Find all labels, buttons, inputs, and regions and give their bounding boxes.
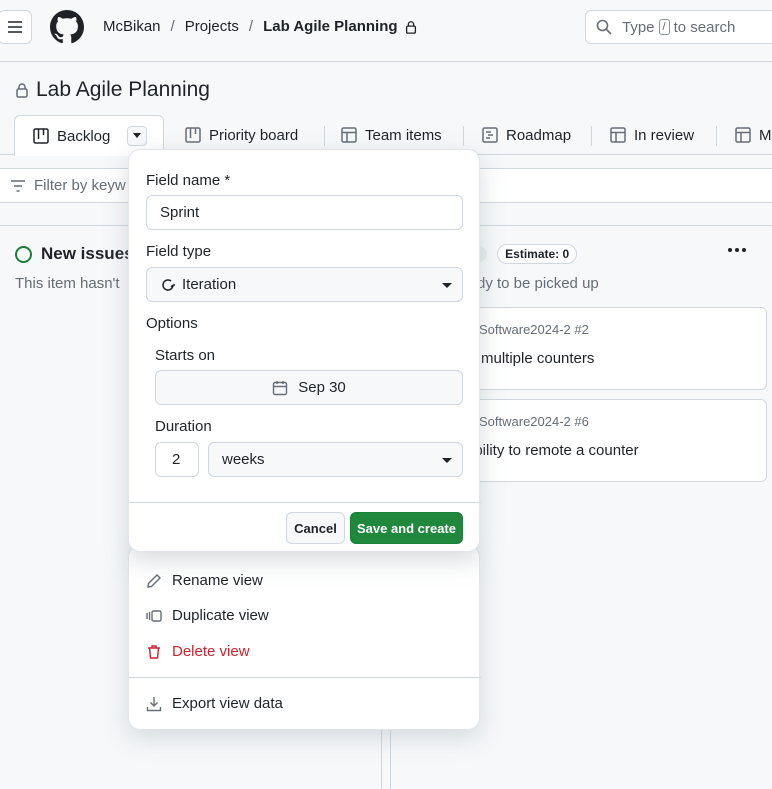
duplicate-icon (146, 609, 162, 622)
pencil-icon (147, 573, 161, 588)
tab-roadmap[interactable]: Roadmap (482, 115, 571, 155)
tab-label: M (759, 126, 772, 144)
start-date-value: Sep 30 (298, 379, 346, 396)
column-description: This item hasn't (15, 275, 120, 292)
menu-item-label: Delete view (172, 643, 250, 660)
column-title: New issues (41, 244, 134, 263)
field-name-label: Field name * (146, 172, 231, 189)
tab-label: Roadmap (506, 126, 572, 144)
tab-divider (716, 126, 717, 146)
github-logo-icon[interactable] (50, 10, 84, 44)
start-date-picker[interactable]: Sep 30 (155, 370, 463, 405)
field-type-value: Iteration (182, 276, 237, 293)
save-and-create-button[interactable]: Save and create (350, 512, 463, 544)
lock-icon (16, 83, 28, 98)
project-title: Lab Agile Planning (36, 78, 210, 101)
duration-unit-select[interactable]: weeks (208, 442, 463, 477)
tab-divider (591, 126, 592, 146)
card-title[interactable]: w multiple counters (466, 350, 594, 367)
search-input[interactable]: Type / to search (585, 10, 772, 44)
chevron-down-icon (442, 458, 452, 463)
view-options-menu: Rename view Duplicate view Delete view E… (128, 545, 481, 730)
column-description: dy to be picked up (477, 275, 599, 292)
tab-more[interactable]: M (735, 115, 772, 155)
search-prefix: Type (622, 18, 655, 36)
chevron-down-icon (442, 283, 452, 288)
search-icon (596, 19, 612, 35)
breadcrumb: McBikan / Projects / Lab Agile Planning (103, 18, 418, 35)
card-title[interactable]: ability to remote a counter (466, 442, 639, 459)
hamburger-icon (8, 21, 22, 33)
lock-icon (405, 20, 416, 34)
top-bar: McBikan / Projects / Lab Agile Planning … (0, 0, 772, 62)
field-type-select[interactable]: Iteration (146, 267, 463, 302)
filter-icon (11, 179, 25, 192)
card-repo: lloSoftware2024-2 #6 (466, 414, 589, 429)
menu-item-label: Export view data (172, 695, 283, 712)
tab-label: Backlog (57, 127, 111, 145)
menu-hamburger-button[interactable] (0, 10, 32, 44)
field-name-input[interactable]: Sprint (146, 195, 463, 230)
table-icon (341, 127, 357, 143)
table-icon (735, 127, 751, 143)
page-title: Lab Agile Planning (14, 78, 210, 102)
duration-value: 2 (172, 451, 181, 468)
filter-placeholder: Filter by keyw (34, 177, 126, 194)
column-header: New issues (15, 244, 134, 264)
board-icon (185, 127, 201, 143)
estimate-badge: Estimate: 0 (497, 244, 578, 264)
menu-divider (129, 677, 481, 678)
tab-divider (463, 126, 464, 146)
board-icon (33, 128, 49, 144)
trash-icon (148, 644, 160, 659)
breadcrumb-projects[interactable]: Projects (185, 18, 239, 35)
calendar-icon (273, 380, 288, 395)
duration-input[interactable]: 2 (155, 442, 199, 477)
roadmap-icon (482, 127, 498, 143)
tab-label: Priority board (209, 126, 299, 144)
table-icon (610, 127, 626, 143)
tab-options-button[interactable] (127, 126, 147, 146)
new-field-dialog: Field name * Sprint Field type Iteration… (128, 149, 481, 552)
starts-on-label: Starts on (155, 347, 216, 364)
duplicate-view-item[interactable]: Duplicate view (146, 607, 269, 624)
breadcrumb-project[interactable]: Lab Agile Planning (263, 18, 397, 35)
status-open-icon (15, 245, 32, 263)
download-icon (146, 696, 162, 711)
tab-in-review[interactable]: In review (610, 115, 694, 155)
field-type-label: Field type (146, 243, 212, 260)
options-label: Options (146, 315, 198, 332)
field-name-value: Sprint (160, 204, 200, 221)
issue-card[interactable]: lloSoftware2024-2 #2 w multiple counters (451, 307, 767, 390)
iterations-icon (162, 278, 175, 291)
export-view-item[interactable]: Export view data (146, 695, 283, 712)
tab-label: In review (634, 126, 695, 144)
menu-item-label: Duplicate view (172, 607, 269, 624)
search-shortcut-key: / (658, 19, 670, 35)
tab-divider (324, 126, 325, 146)
triangle-down-icon (133, 133, 141, 138)
tab-label: Team items (365, 126, 442, 144)
card-repo: lloSoftware2024-2 #2 (466, 322, 589, 337)
cancel-button[interactable]: Cancel (286, 512, 345, 544)
duration-label: Duration (155, 418, 212, 435)
issue-card[interactable]: lloSoftware2024-2 #6 ability to remote a… (451, 399, 767, 482)
menu-item-label: Rename view (172, 572, 263, 589)
delete-view-item[interactable]: Delete view (146, 643, 250, 660)
dialog-footer-divider (129, 502, 481, 503)
search-suffix: to search (673, 18, 736, 36)
kebab-horizontal-icon[interactable] (727, 246, 747, 254)
rename-view-item[interactable]: Rename view (146, 572, 263, 589)
duration-unit-value: weeks (222, 451, 265, 468)
breadcrumb-owner[interactable]: McBikan (103, 18, 161, 35)
